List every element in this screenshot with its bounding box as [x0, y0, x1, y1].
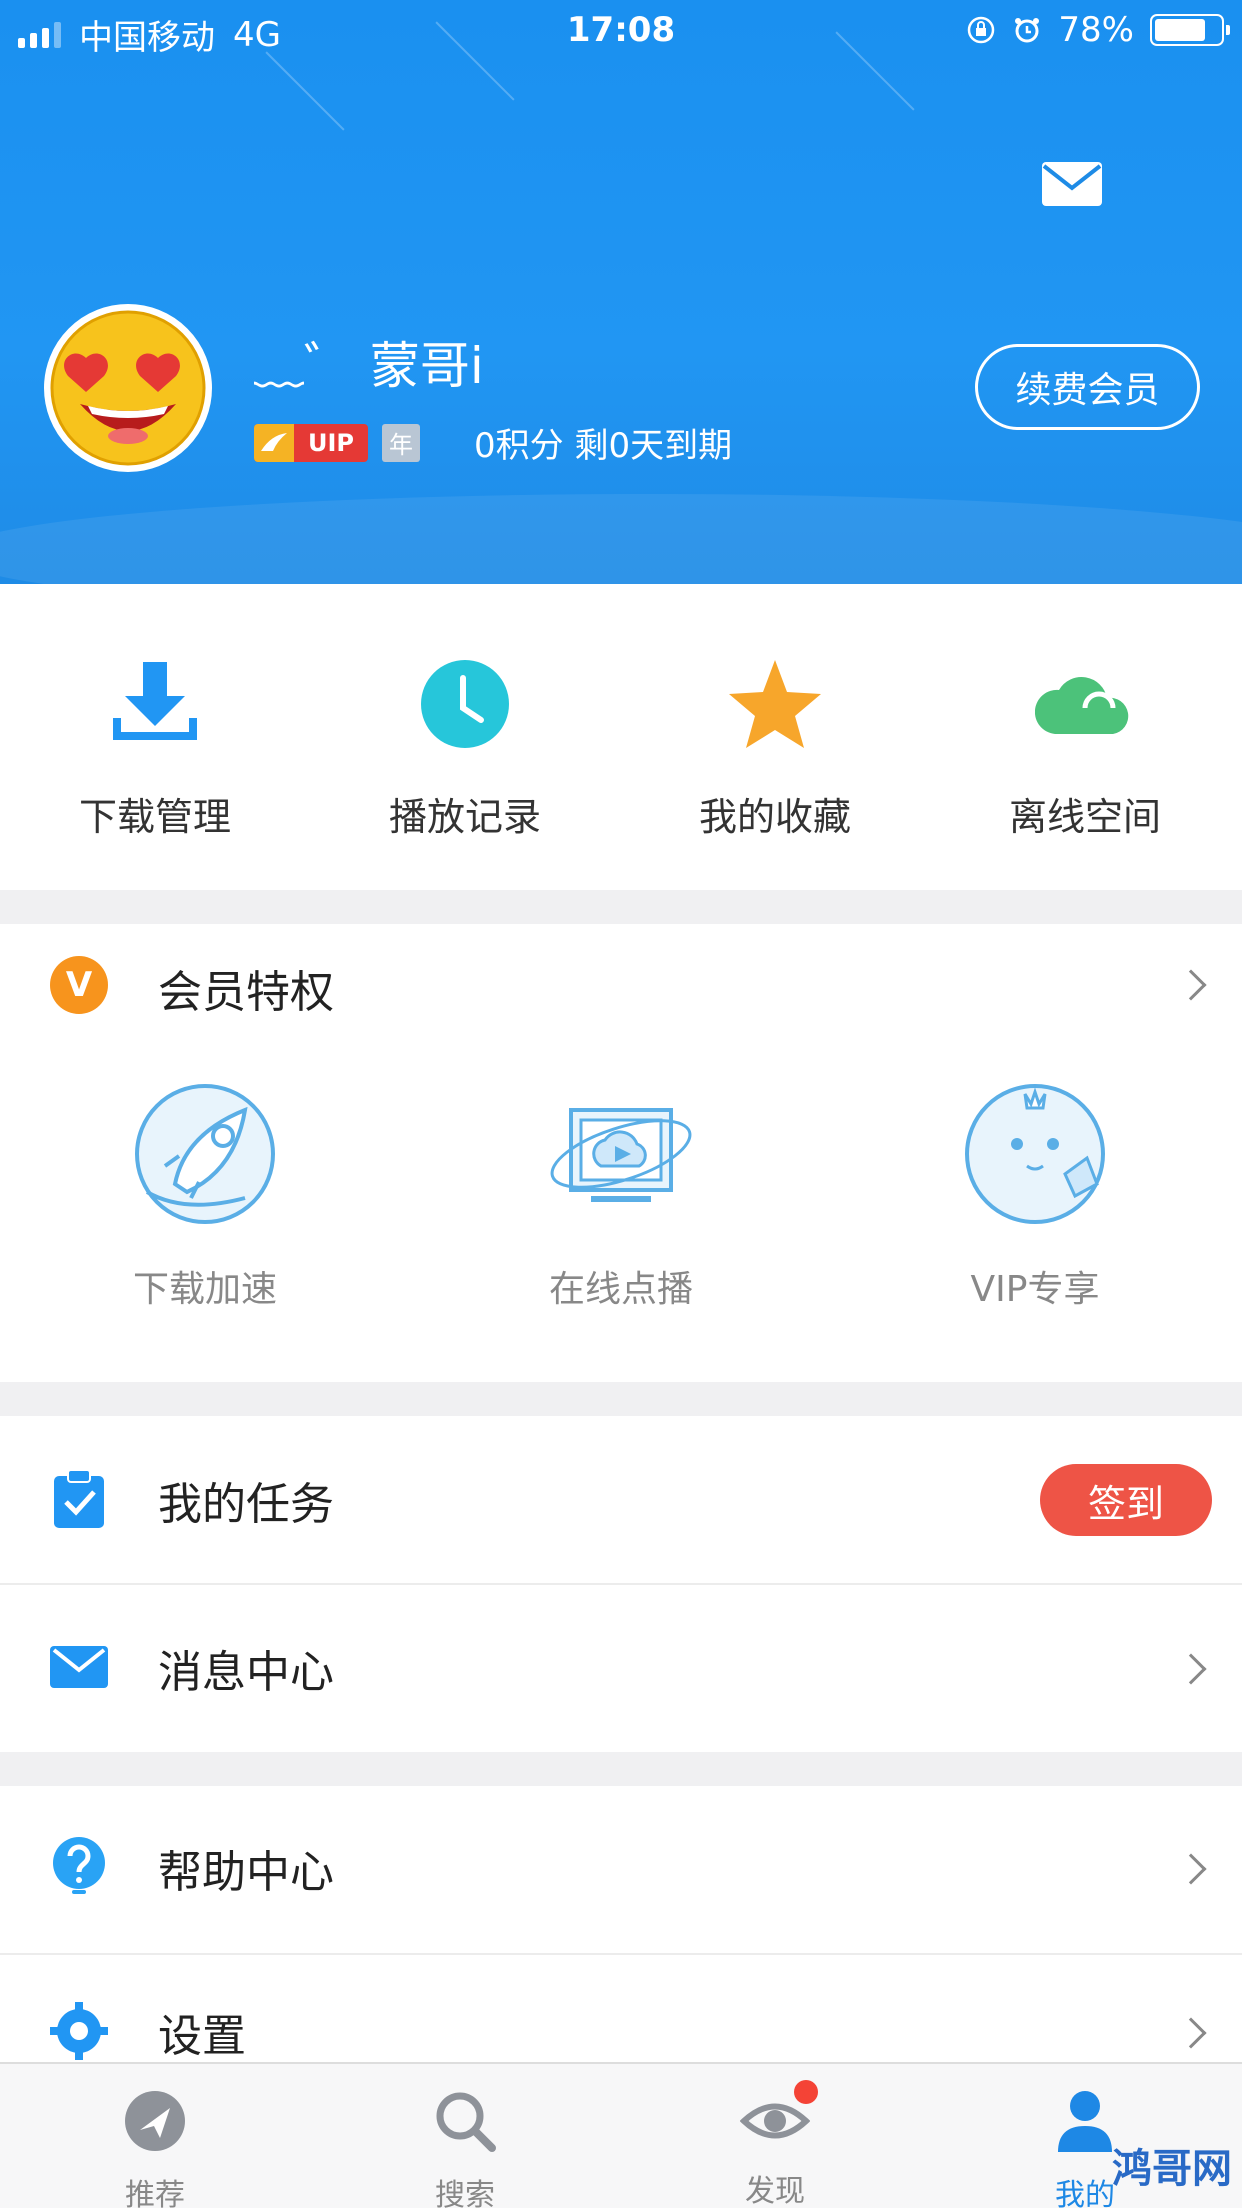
clipboard-check-icon [54, 1469, 104, 1528]
avatar[interactable] [44, 304, 212, 472]
decor-streak [265, 51, 345, 131]
chevron-right-icon [1175, 1853, 1207, 1885]
quick-play-history[interactable]: 播放记录 [340, 654, 590, 841]
notification-dot [794, 2080, 818, 2104]
download-icon [113, 662, 197, 740]
chevron-right-icon [1175, 2017, 1207, 2049]
star-icon [729, 660, 821, 748]
header-wave [0, 494, 1242, 584]
help-settings-card: 帮助中心 设置 [0, 1786, 1242, 2062]
member-privileges-card: V 会员特权 下载加速 在线点播 VIP专享 [0, 924, 1242, 1382]
privilege-online-play[interactable]: 在线点播 [471, 1074, 771, 1312]
heart-eyes-emoji-icon [50, 310, 206, 466]
points-info: 0积分 剩0天到期 [474, 426, 733, 466]
settings-label: 设置 [158, 2011, 246, 2062]
help-center-row[interactable]: 帮助中心 [0, 1786, 1242, 1954]
gear-icon [50, 2002, 108, 2060]
my-tasks-label: 我的任务 [158, 1479, 334, 1530]
help-icon [53, 1837, 105, 1894]
vip-v-icon: V [50, 956, 108, 1014]
wing-icon [254, 423, 294, 462]
recommend-icon [125, 2091, 185, 2151]
year-badge: 年 [382, 423, 421, 462]
signin-button[interactable]: 签到 [1040, 1464, 1212, 1536]
username: ﹏゛ 蒙哥i [254, 337, 484, 395]
video-screen-icon [550, 1108, 692, 1202]
quick-actions: 下载管理 播放记录 我的收藏 离线空间 [0, 584, 1242, 890]
settings-row[interactable]: 设置 [0, 1954, 1242, 2062]
mascot-icon [965, 1084, 1105, 1224]
member-privileges-title: 会员特权 [158, 967, 334, 1018]
quick-favorites[interactable]: 我的收藏 [650, 654, 900, 841]
envelope-icon [50, 1646, 108, 1688]
help-center-label: 帮助中心 [158, 1847, 334, 1898]
cloud-icon [1034, 677, 1129, 734]
renew-membership-button[interactable]: 续费会员 [975, 344, 1200, 430]
clock-icon [421, 660, 509, 748]
rocket-icon [135, 1084, 275, 1224]
status-bar: 中国移动 4G 17:08 78% [0, 0, 1242, 62]
chevron-right-icon [1175, 969, 1207, 1001]
profile-header: 中国移动 4G 17:08 78% ﹏゛ 蒙哥i UIP 年 0积分 剩0天到期… [0, 0, 1242, 584]
tab-search[interactable]: 搜索 [310, 2064, 620, 2208]
tab-bar: 推荐 搜索 发现 我的 鸿哥网 [0, 2062, 1242, 2208]
tab-recommend[interactable]: 推荐 [0, 2064, 310, 2208]
quick-offline-space[interactable]: 离线空间 [960, 654, 1210, 841]
battery-percent: 78% [1058, 10, 1134, 50]
quick-download-manager[interactable]: 下载管理 [30, 654, 280, 841]
rotation-lock-icon [968, 16, 995, 44]
message-center-label: 消息中心 [158, 1647, 334, 1698]
chevron-right-icon [1175, 1653, 1207, 1685]
my-tasks-row[interactable]: 我的任务 签到 [0, 1416, 1242, 1584]
alarm-icon [1015, 18, 1040, 43]
membership-badges: UIP 年 0积分 剩0天到期 [254, 418, 732, 467]
vip-badge: UIP [254, 423, 369, 462]
search-icon [436, 2092, 496, 2152]
watermark-logo: 鸿哥网 [1112, 2146, 1232, 2192]
user-icon [1058, 2091, 1112, 2152]
mail-icon[interactable] [1040, 160, 1104, 208]
message-center-row[interactable]: 消息中心 [0, 1584, 1242, 1752]
tasks-messages-card: 我的任务 签到 消息中心 [0, 1416, 1242, 1752]
battery-icon [1150, 14, 1230, 46]
privilege-vip-exclusive[interactable]: VIP专享 [885, 1074, 1185, 1312]
privilege-download-speedup[interactable]: 下载加速 [55, 1074, 355, 1312]
tab-discover[interactable]: 发现 [620, 2064, 930, 2208]
member-privileges-row[interactable]: V 会员特权 [0, 924, 1242, 1044]
